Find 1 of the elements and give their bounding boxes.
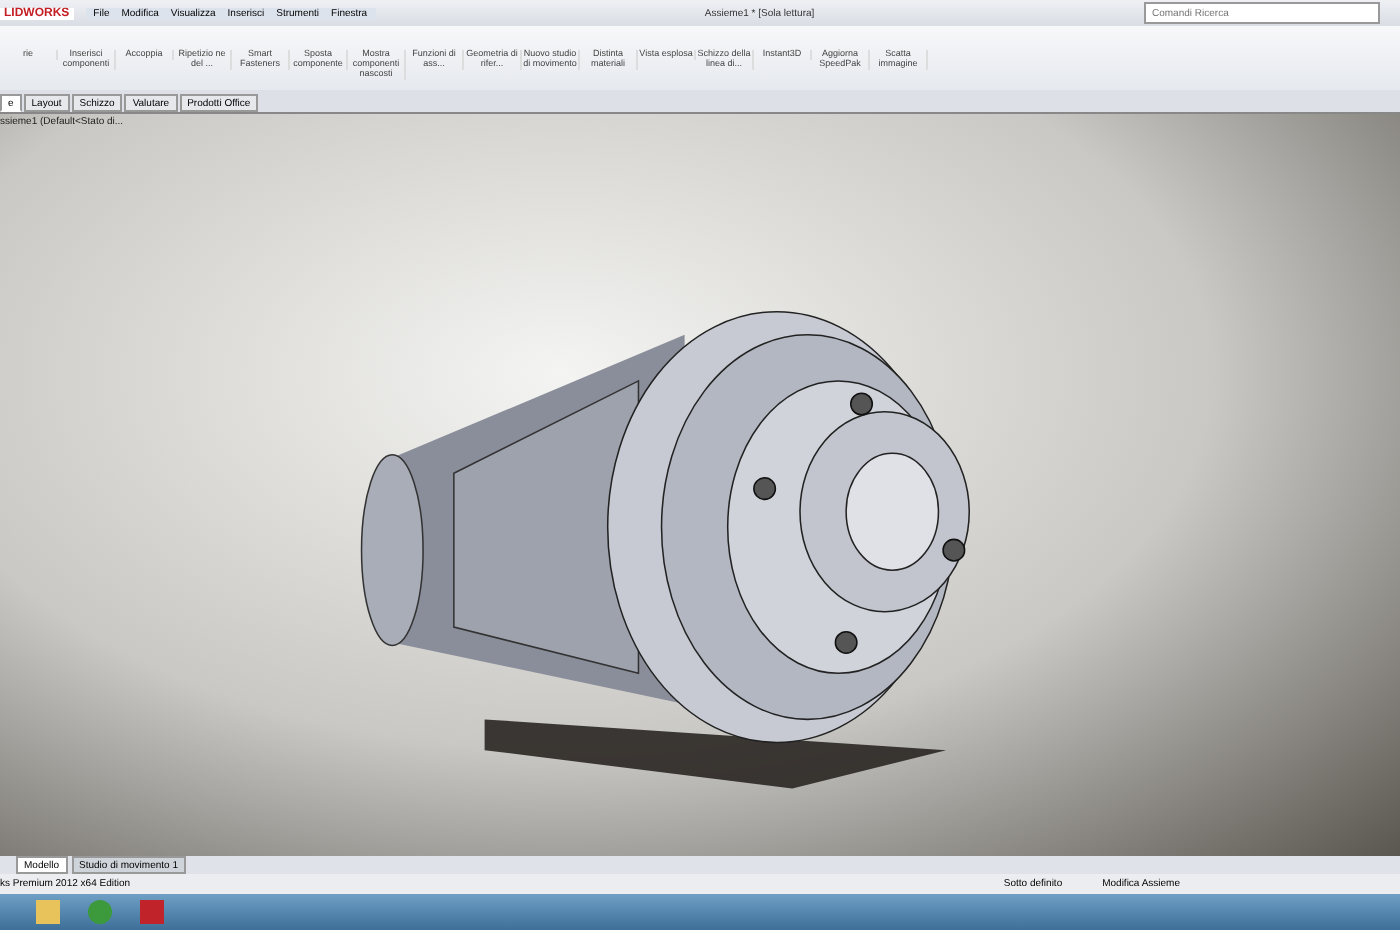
app-icon[interactable] xyxy=(140,900,164,924)
